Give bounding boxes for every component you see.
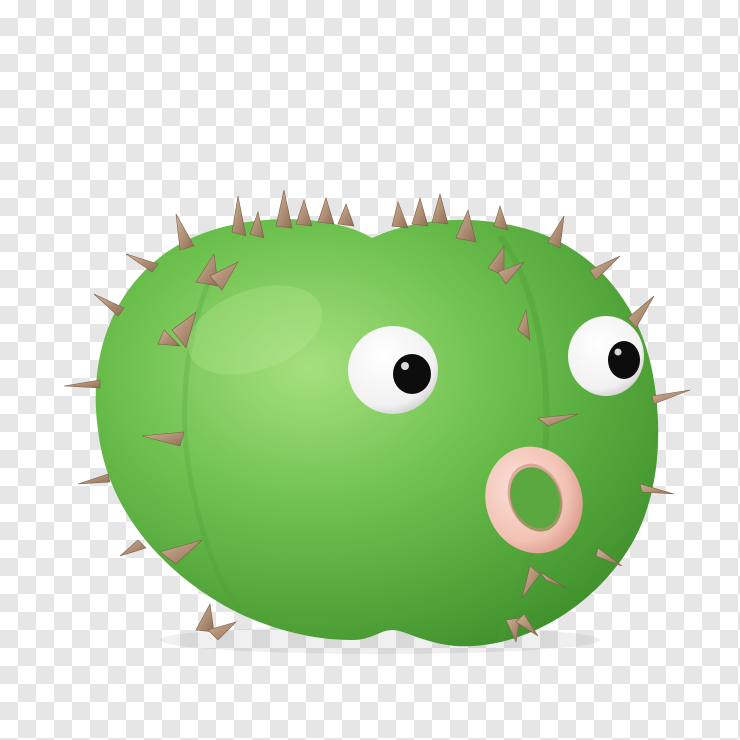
spine [119, 539, 147, 557]
left-eye-pupil [393, 354, 431, 394]
right-eye-pupil [608, 341, 640, 379]
spine [295, 199, 313, 227]
spine [125, 253, 159, 273]
spine [231, 195, 247, 237]
left-eye [348, 326, 438, 414]
spine [651, 389, 691, 405]
left-eye-glint [401, 362, 409, 370]
spine [411, 196, 429, 227]
spine [493, 205, 509, 231]
spine [77, 473, 111, 485]
spine [391, 201, 409, 229]
right-eye-glint [614, 348, 622, 356]
transparency-checkerboard [0, 0, 740, 740]
spine [175, 213, 195, 251]
spine [63, 379, 101, 389]
spine [337, 203, 355, 227]
spine [627, 295, 655, 329]
spine [275, 189, 293, 229]
spine [431, 192, 449, 225]
spine [195, 603, 215, 633]
cactus-illustration [63, 189, 691, 654]
right-eye [568, 316, 644, 396]
spine [317, 197, 335, 225]
